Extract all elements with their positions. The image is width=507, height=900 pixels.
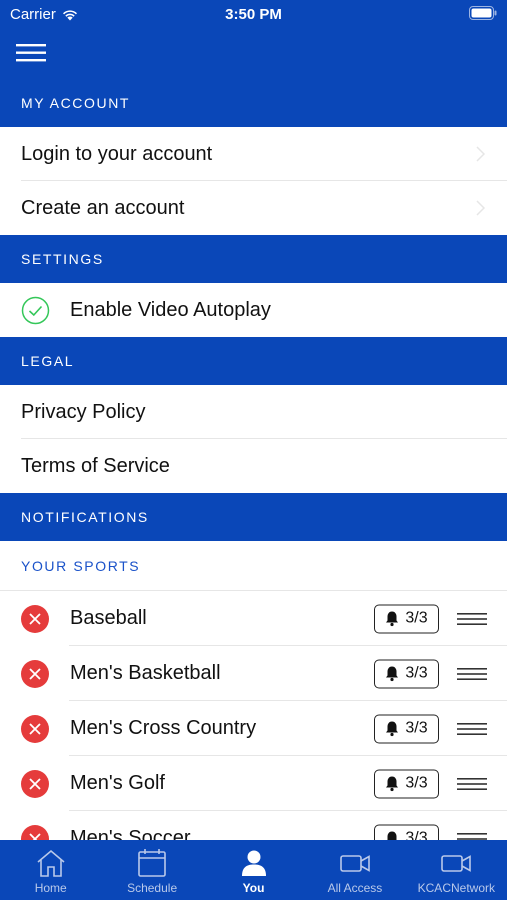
sport-name: Men's Soccer — [70, 827, 191, 840]
drag-handle-icon[interactable] — [457, 667, 487, 681]
privacy-policy-label: Privacy Policy — [21, 400, 146, 423]
privacy-policy-row[interactable]: Privacy Policy — [0, 385, 507, 439]
close-icon — [29, 722, 41, 735]
login-row[interactable]: Login to your account — [0, 127, 507, 181]
battery-icon — [469, 6, 497, 24]
notification-count-button[interactable]: 3/3 — [374, 714, 439, 743]
drag-handle-icon[interactable] — [457, 722, 487, 736]
notification-count-button[interactable]: 3/3 — [374, 604, 439, 633]
video-camera-icon — [340, 855, 370, 872]
video-camera-icon — [441, 855, 472, 872]
tab-home-label: Home — [34, 881, 67, 895]
bell-icon — [387, 831, 397, 840]
sport-row[interactable]: Baseball 3/3 — [0, 591, 507, 646]
remove-sport-button[interactable] — [21, 769, 49, 798]
your-sports-subheader: YOUR SPORTS — [0, 541, 507, 591]
close-icon — [29, 777, 41, 790]
create-account-row[interactable]: Create an account — [0, 181, 507, 235]
tab-kcacnetwork-label: KCACNetwork — [417, 881, 495, 895]
tab-bar: Home Schedule You All Access KCACNetwork — [0, 840, 507, 900]
notification-count-button[interactable]: 3/3 — [374, 659, 439, 688]
chevron-right-icon — [476, 146, 485, 162]
terms-of-service-label: Terms of Service — [21, 454, 170, 477]
remove-sport-button[interactable] — [21, 659, 49, 688]
section-header-notifications: NOTIFICATIONS — [0, 493, 507, 541]
status-time: 3:50 PM — [225, 6, 282, 23]
sport-row[interactable]: Men's Cross Country 3/3 — [0, 701, 507, 756]
close-icon — [29, 832, 41, 840]
notification-count: 3/3 — [405, 829, 428, 841]
drag-handle-icon[interactable] — [457, 777, 487, 791]
tab-you[interactable]: You — [203, 840, 304, 900]
bell-icon — [386, 721, 399, 737]
sports-list: Baseball 3/3 Men's Basketball 3/3 Men's … — [0, 591, 507, 840]
section-header-settings: SETTINGS — [0, 235, 507, 283]
bell-icon — [386, 666, 399, 682]
tab-home[interactable]: Home — [0, 840, 101, 900]
sport-name: Baseball — [70, 607, 147, 629]
tab-all-access[interactable]: All Access — [304, 840, 405, 900]
section-header-my-account: MY ACCOUNT — [0, 78, 507, 127]
calendar-icon — [138, 849, 166, 877]
status-bar: Carrier 3:50 PM — [0, 0, 507, 28]
tab-you-label: You — [242, 881, 265, 895]
drag-handle-icon[interactable] — [457, 832, 487, 841]
chevron-right-icon — [476, 200, 485, 216]
checkmark-circle-icon — [21, 296, 50, 324]
close-icon — [29, 612, 41, 625]
sport-name: Men's Cross Country — [70, 717, 257, 739]
notification-count: 3/3 — [405, 719, 428, 737]
notification-count-button[interactable]: 3/3 — [374, 769, 439, 798]
sport-row[interactable]: Men's Basketball 3/3 — [0, 646, 507, 701]
your-sports-label: YOUR SPORTS — [21, 558, 141, 574]
remove-sport-button[interactable] — [21, 824, 49, 840]
notification-count: 3/3 — [405, 774, 428, 792]
sport-row[interactable]: Men's Golf 3/3 — [0, 756, 507, 811]
settings-list[interactable]: MY ACCOUNT Login to your account Create … — [0, 78, 507, 840]
close-icon — [29, 667, 41, 680]
login-label: Login to your account — [21, 142, 213, 165]
home-icon — [37, 849, 65, 877]
sport-row[interactable]: Men's Soccer 3/3 — [0, 811, 507, 840]
tab-kcacnetwork[interactable]: KCACNetwork — [406, 840, 507, 900]
sport-name: Men's Basketball — [70, 662, 221, 684]
terms-of-service-row[interactable]: Terms of Service — [0, 439, 507, 493]
tab-schedule-label: Schedule — [127, 881, 178, 895]
menu-button[interactable] — [16, 43, 46, 63]
video-autoplay-toggle[interactable]: Enable Video Autoplay — [0, 283, 507, 337]
create-account-label: Create an account — [21, 196, 185, 219]
remove-sport-button[interactable] — [21, 714, 49, 743]
video-autoplay-label: Enable Video Autoplay — [70, 298, 271, 321]
notification-count-button[interactable]: 3/3 — [374, 824, 439, 840]
section-header-legal: LEGAL — [0, 337, 507, 385]
bell-icon — [386, 611, 399, 627]
tab-schedule[interactable]: Schedule — [101, 840, 202, 900]
bell-icon — [386, 776, 399, 792]
remove-sport-button[interactable] — [21, 604, 49, 633]
notification-count: 3/3 — [405, 609, 428, 627]
app-header: Carrier 3:50 PM — [0, 0, 507, 78]
sport-name: Men's Golf — [70, 772, 165, 794]
hamburger-menu-icon — [16, 44, 46, 62]
drag-handle-icon[interactable] — [457, 612, 487, 626]
tab-all-access-label: All Access — [327, 881, 383, 895]
person-icon — [241, 850, 266, 876]
notification-count: 3/3 — [405, 664, 428, 682]
